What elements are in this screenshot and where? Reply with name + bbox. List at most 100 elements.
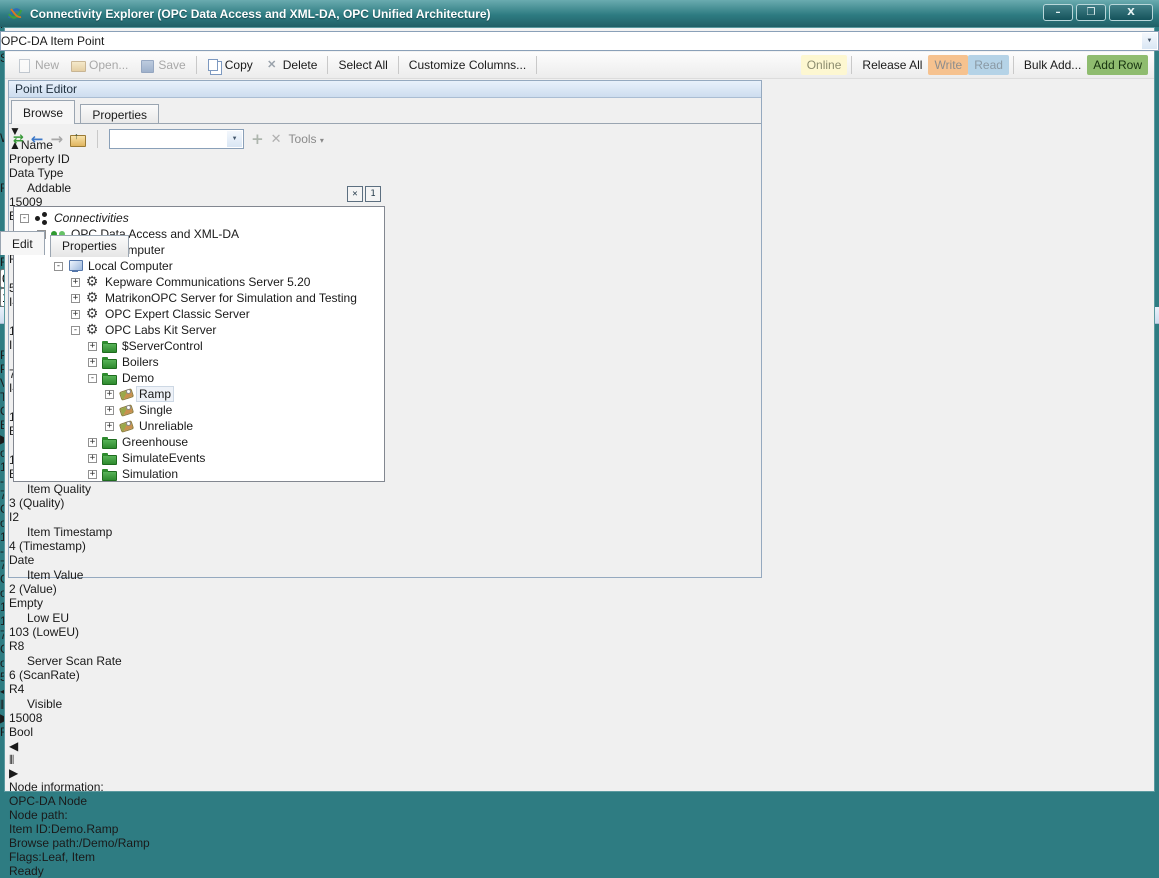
toolbar-separator [196,56,197,74]
bulk-add-button[interactable]: Bulk Add... [1018,55,1087,75]
expander-icon[interactable]: - [71,326,80,335]
read-button[interactable]: Read [968,55,1009,75]
browse-status: Ready [9,864,761,878]
tree-item-greenhouse[interactable]: +Greenhouse [16,434,384,450]
field-label: Browse path: [9,836,79,850]
branch-folder-icon [102,372,116,384]
copy-icon [207,59,221,72]
customize-columns-button[interactable]: Customize Columns... [403,55,532,75]
tab-browse[interactable]: Browse [11,100,75,124]
toolbar-separator [398,56,399,74]
expander-icon[interactable]: - [88,374,97,383]
point-editor-panel: Point Editor Browse Properties ⇄ ← → ↑ ▼… [8,80,762,578]
app-logo-icon [6,6,24,22]
browse-tab-page: ⇄ ← → ↑ ▼ + ✕ Tools ▾ ✕ 1 -Connectivitie… [9,123,761,577]
expander-icon[interactable]: + [88,438,97,447]
close-button[interactable]: X [1109,4,1153,21]
column-header-property-id[interactable]: Property ID [9,152,761,166]
property-row[interactable]: Low EU103 (LowEU)R8 [9,610,761,653]
up-level-folder-icon[interactable]: ↑ [70,133,86,146]
toolbar-separator [851,56,852,74]
tree-item-local-computer[interactable]: -Local Computer [16,258,384,274]
select-all-button[interactable]: Select All [332,55,393,75]
tree-item-single[interactable]: +Single [16,402,384,418]
toolbar-separator [97,130,98,148]
field-label: Item ID: [9,822,51,836]
property-icon [9,653,23,665]
expander-icon[interactable]: + [71,310,80,319]
node-information-box: OPC-DA Node Node path: Item ID:Demo.Ramp… [9,794,761,864]
tree-item-simulation[interactable]: +Simulation [16,466,384,482]
expander-icon[interactable]: - [20,214,29,223]
leaf-tag-icon [119,420,133,432]
release-all-button[interactable]: Release All [856,55,928,75]
tree-item-opc-labs-kit-server[interactable]: -⚙OPC Labs Kit Server [16,322,384,338]
tree-item-demo[interactable]: -Demo [16,370,384,386]
branch-folder-icon [102,452,116,464]
expander-icon[interactable]: + [88,358,97,367]
expander-icon[interactable]: + [88,470,97,479]
expander-icon[interactable]: + [88,342,97,351]
field-value: Leaf, Item [42,850,95,864]
tree-item-ramp[interactable]: +Ramp [16,386,384,402]
ready-label: Ready [9,864,44,878]
tools-dropdown[interactable]: Tools ▾ [289,132,324,146]
tab-edit[interactable]: Edit [0,231,45,255]
delete-button[interactable]: ✕Delete [259,55,324,75]
tree-item-servercontrol[interactable]: +$ServerControl [16,338,384,354]
leaf-tag-icon [119,404,133,416]
expander-icon[interactable]: - [54,262,63,271]
expander-icon[interactable]: + [105,406,114,415]
scrollbar-thumb[interactable]: ⦀ [9,753,264,766]
property-row[interactable]: Item Quality3 (Quality)I2 [9,481,761,524]
scroll-left-icon[interactable]: ◀ [9,739,761,753]
property-row[interactable]: Visible15008Bool [9,696,761,739]
write-button[interactable]: Write [928,55,968,75]
property-row[interactable]: Item Timestamp4 (Timestamp)Date [9,524,761,567]
chevron-down-icon[interactable]: ▼ [1142,33,1157,49]
tree-item-connectivities[interactable]: -Connectivities [16,210,384,226]
point-type-combobox[interactable]: OPC-DA Item Point ▼ [0,31,1159,51]
tree-item-unreliable[interactable]: +Unreliable [16,418,384,434]
tree-item-kepware-server[interactable]: +⚙Kepware Communications Server 5.20 [16,274,384,290]
field-value: Demo.Ramp [51,822,118,836]
maximize-button[interactable]: ❒ [1076,4,1106,21]
properties-horizontal-scrollbar[interactable]: ◀ ⦀ ▶ [9,739,761,780]
online-button[interactable]: Online [801,55,848,75]
open-button[interactable]: Open... [65,55,134,75]
add-icon[interactable]: + [251,130,264,148]
save-button[interactable]: Save [134,55,191,75]
browse-path-combobox[interactable]: ▼ [109,129,244,149]
refresh-icon[interactable]: ⇄ [13,132,24,147]
open-folder-icon [71,59,85,72]
copy-button[interactable]: Copy [201,55,259,75]
tree-item-opc-expert-server[interactable]: +⚙OPC Expert Classic Server [16,306,384,322]
splitter-one-button[interactable]: 1 [365,186,381,202]
back-icon[interactable]: ← [31,130,44,148]
expander-icon[interactable]: + [105,390,114,399]
property-row[interactable]: Server Scan Rate6 (ScanRate)R4 [9,653,761,696]
tab-properties2[interactable]: Properties [50,235,129,257]
property-row[interactable]: Item Value2 (Value)Empty [9,567,761,610]
toolbar: New Open... Save Copy ✕Delete Select All… [5,52,1154,79]
expander-icon[interactable]: + [88,454,97,463]
forward-icon[interactable]: → [50,130,63,148]
expander-icon[interactable]: + [71,294,80,303]
property-icon [9,481,23,493]
remove-icon[interactable]: ✕ [271,132,282,147]
tree-item-boilers[interactable]: +Boilers [16,354,384,370]
add-row-button[interactable]: Add Row [1087,55,1148,75]
expander-icon[interactable]: + [71,278,80,287]
column-header-data-type[interactable]: Data Type [9,166,761,180]
splitter-close-button[interactable]: ✕ [347,186,363,202]
tree-item-simulateevents[interactable]: +SimulateEvents [16,450,384,466]
tree-item-matrikon-server[interactable]: +⚙MatrikonOPC Server for Simulation and … [16,290,384,306]
scroll-right-icon[interactable]: ▶ [9,766,761,780]
minimize-button[interactable]: – [1043,4,1073,21]
chevron-down-icon[interactable]: ▼ [227,131,242,147]
new-button[interactable]: New [11,55,65,75]
toolbar-separator [327,56,328,74]
save-disk-icon [140,59,154,72]
expander-icon[interactable]: + [105,422,114,431]
toolbar-separator [536,56,537,74]
